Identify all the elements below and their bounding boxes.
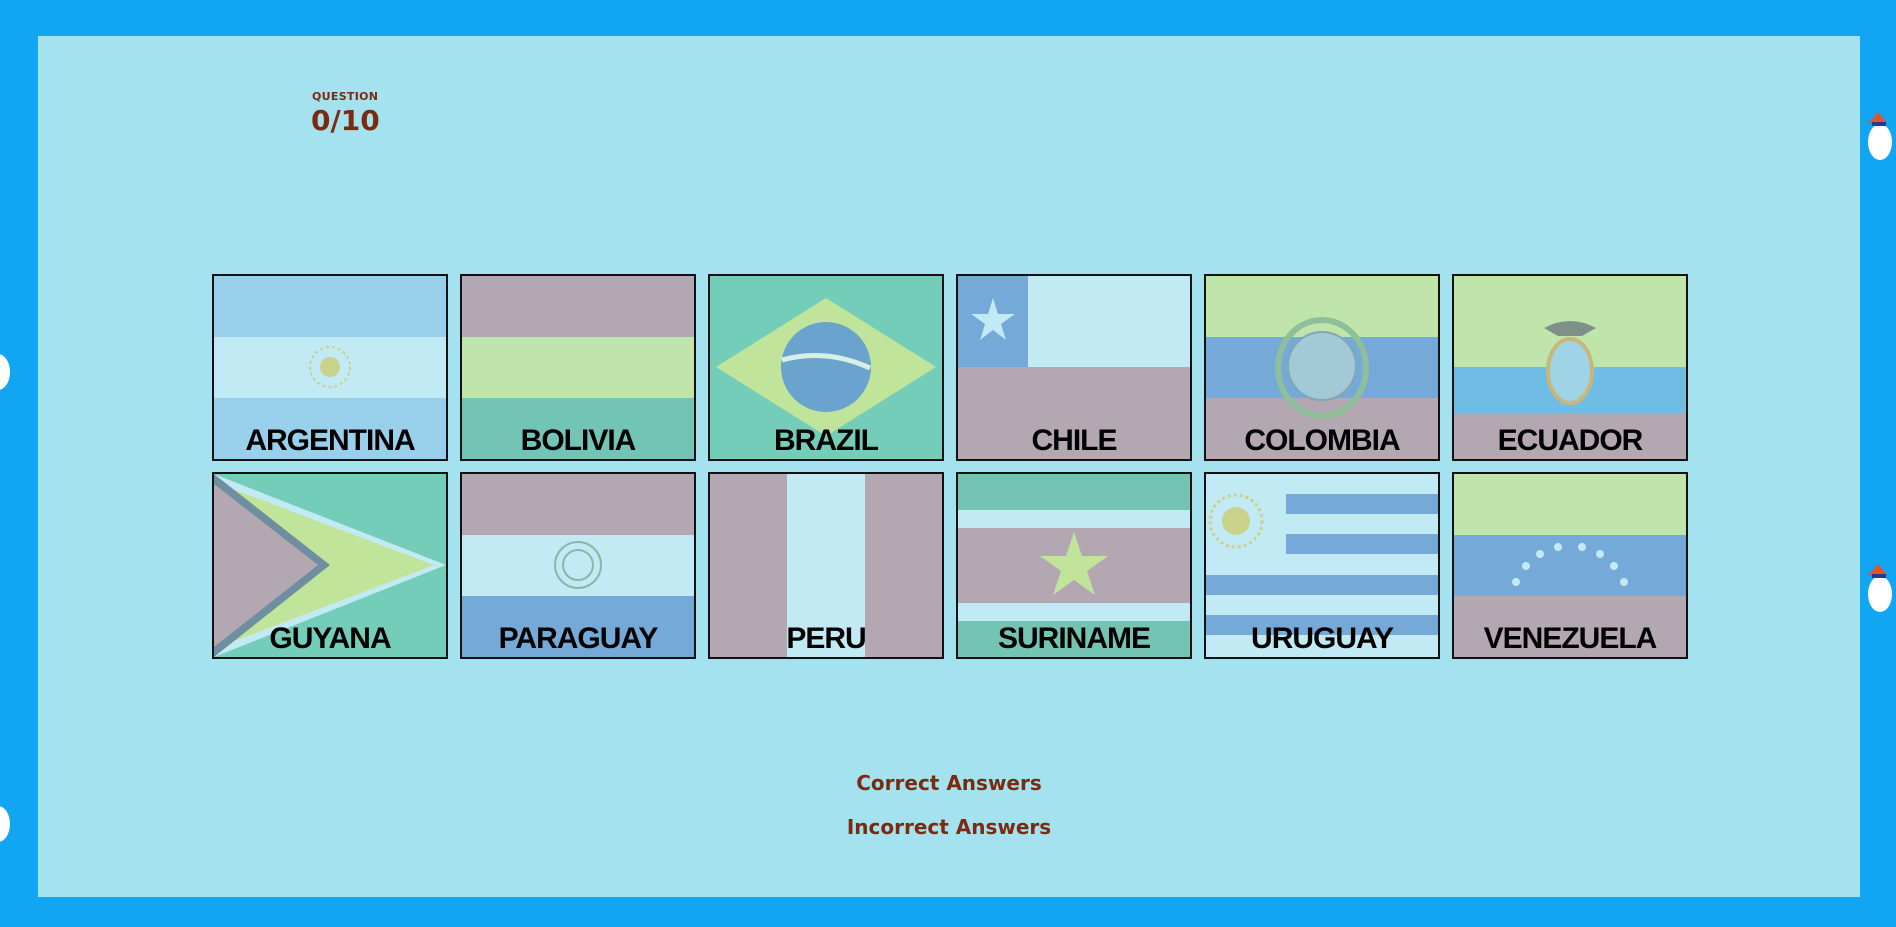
flag-card-ecuador[interactable]: ECUADOR bbox=[1452, 274, 1688, 461]
correct-answers-label: Correct Answers bbox=[856, 771, 1042, 795]
flag-card-guyana[interactable]: GUYANA bbox=[212, 472, 448, 659]
mascot-icon bbox=[1868, 112, 1892, 160]
flag-label: ECUADOR bbox=[1497, 424, 1644, 457]
flag-label: PERU bbox=[786, 622, 866, 655]
flag-label: COLOMBIA bbox=[1244, 424, 1400, 457]
flag-label: GUYANA bbox=[269, 622, 391, 655]
mascot-icon bbox=[0, 806, 10, 842]
flag-label: BRAZIL bbox=[774, 424, 879, 457]
flag-label: PARAGUAY bbox=[498, 622, 659, 655]
incorrect-answers-label: Incorrect Answers bbox=[846, 815, 1052, 839]
flag-card-peru[interactable]: PERU bbox=[708, 472, 944, 659]
flag-label: BOLIVIA bbox=[520, 424, 637, 457]
flag-card-colombia[interactable]: COLOMBIA bbox=[1204, 274, 1440, 461]
question-label: QUESTION bbox=[312, 90, 379, 103]
flag-label: SURINAME bbox=[997, 622, 1151, 655]
flag-card-brazil[interactable]: BRAZIL bbox=[708, 274, 944, 461]
flag-label: URUGUAY bbox=[1251, 622, 1394, 655]
flag-card-suriname[interactable]: SURINAME bbox=[956, 472, 1192, 659]
game-panel: QUESTION 0/10 ARGENTINA BOLIVIA BRAZIL C… bbox=[38, 36, 1860, 897]
flag-grid: ARGENTINA BOLIVIA BRAZIL CHILE COLOMBIA … bbox=[212, 274, 1688, 659]
flag-card-paraguay[interactable]: PARAGUAY bbox=[460, 472, 696, 659]
flag-card-bolivia[interactable]: BOLIVIA bbox=[460, 274, 696, 461]
flag-card-venezuela[interactable]: VENEZUELA bbox=[1452, 472, 1688, 659]
flag-card-chile[interactable]: CHILE bbox=[956, 274, 1192, 461]
flag-card-uruguay[interactable]: URUGUAY bbox=[1204, 472, 1440, 659]
flag-label: VENEZUELA bbox=[1483, 622, 1658, 655]
flag-label: CHILE bbox=[1031, 424, 1118, 457]
mascot-icon bbox=[0, 354, 10, 390]
question-progress: 0/10 bbox=[311, 104, 380, 137]
flag-label: ARGENTINA bbox=[245, 424, 415, 457]
mascot-icon bbox=[1868, 564, 1892, 612]
flag-card-argentina[interactable]: ARGENTINA bbox=[212, 274, 448, 461]
